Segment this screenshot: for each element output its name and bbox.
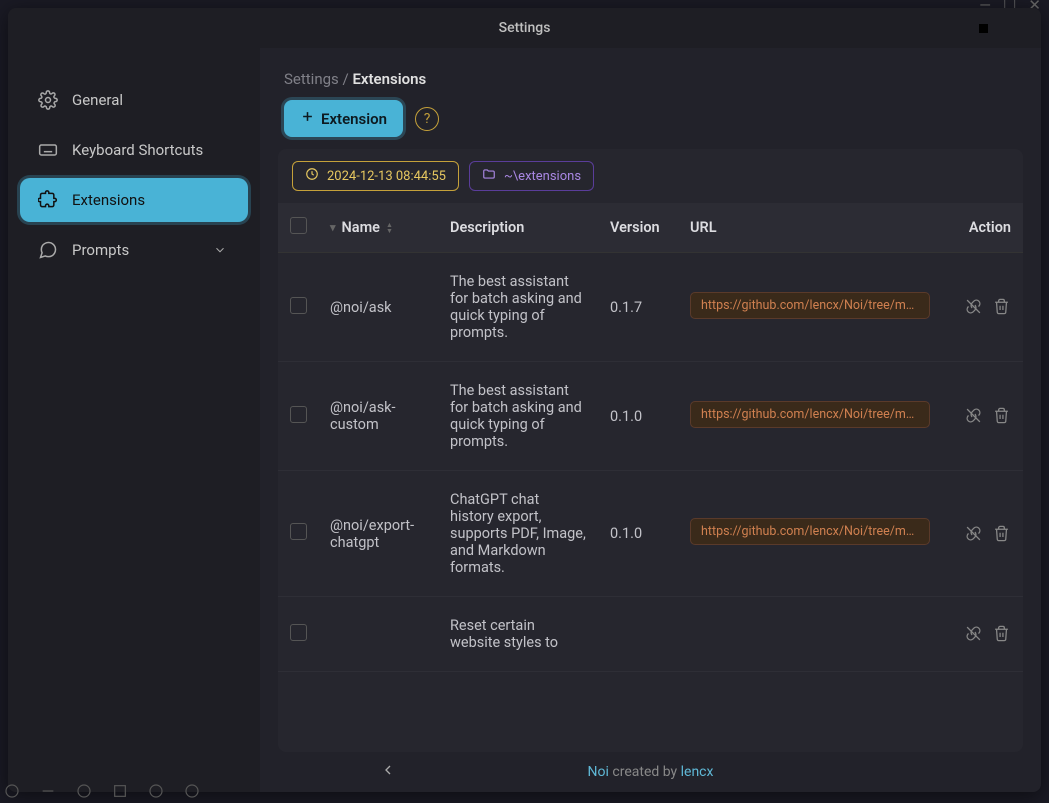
chevron-down-icon[interactable]: ▾ [330, 221, 336, 234]
table-row: @noi/ask-custom The best assistant for b… [278, 362, 1023, 471]
cell-description: The best assistant for batch asking and … [438, 362, 598, 471]
col-version-header[interactable]: Version [598, 203, 678, 253]
row-checkbox[interactable] [290, 523, 307, 540]
cell-description: The best assistant for batch asking and … [438, 253, 598, 362]
trash-icon[interactable] [993, 298, 1011, 316]
help-button[interactable]: ? [415, 107, 439, 131]
sidebar-item-general[interactable]: General [20, 78, 248, 122]
table-row: Reset certain website styles to [278, 597, 1023, 672]
unlink-icon[interactable] [965, 625, 983, 643]
add-extension-label: Extension [321, 110, 387, 128]
timestamp-chip[interactable]: 2024-12-13 08:44:55 [292, 161, 459, 191]
minimize-button[interactable] [933, 14, 961, 42]
bg-status-icon[interactable] [184, 783, 200, 803]
unlink-icon[interactable] [965, 298, 983, 316]
col-name-header[interactable]: Name [342, 219, 380, 236]
folder-icon [482, 167, 496, 185]
sidebar: General Keyboard Shortcuts Extensions Pr… [8, 48, 260, 792]
path-chip[interactable]: ~\extensions [469, 161, 594, 191]
bg-status-icon[interactable] [76, 783, 92, 803]
trash-icon[interactable] [993, 625, 1011, 643]
extensions-table: ▾ Name ▲▼ Description Version URL Action [278, 203, 1023, 672]
url-link[interactable]: https://github.com/lencx/Noi/tree/main..… [690, 292, 930, 319]
extensions-panel: 2024-12-13 08:44:55 ~\extensions [278, 149, 1023, 752]
col-action-header: Action [945, 203, 1023, 253]
maximize-button[interactable] [969, 14, 997, 42]
footer-author[interactable]: lencx [681, 764, 714, 780]
unlink-icon[interactable] [965, 407, 983, 425]
clock-icon [305, 167, 319, 185]
sidebar-item-label: General [72, 91, 123, 109]
cell-version [598, 597, 678, 672]
cell-description: Reset certain website styles to [438, 597, 598, 672]
footer-brand[interactable]: Noi [588, 764, 609, 780]
sidebar-item-label: Extensions [72, 191, 145, 209]
add-extension-button[interactable]: Extension [284, 100, 403, 137]
cell-version: 0.1.7 [598, 253, 678, 362]
main-content: Settings / Extensions Extension ? [260, 48, 1041, 792]
help-icon: ? [424, 111, 431, 127]
table-row: @noi/ask The best assistant for batch as… [278, 253, 1023, 362]
chat-icon [38, 240, 58, 260]
sidebar-item-prompts[interactable]: Prompts [20, 228, 248, 272]
table-row: @noi/export-chatgpt ChatGPT chat history… [278, 471, 1023, 597]
footer: Noi created by lencx [260, 752, 1041, 792]
breadcrumb-root[interactable]: Settings [284, 70, 339, 88]
col-url-header[interactable]: URL [678, 203, 945, 253]
timestamp-value: 2024-12-13 08:44:55 [327, 169, 446, 184]
unlink-icon[interactable] [965, 525, 983, 543]
breadcrumb: Settings / Extensions [284, 70, 1017, 88]
breadcrumb-current: Extensions [352, 70, 426, 88]
cell-description: ChatGPT chat history export, supports PD… [438, 471, 598, 597]
row-checkbox[interactable] [290, 406, 307, 423]
settings-window: Settings General [8, 8, 1041, 792]
bg-status-icon[interactable] [4, 783, 20, 803]
trash-icon[interactable] [993, 407, 1011, 425]
bg-status-icon[interactable] [40, 783, 56, 803]
cell-name: @noi/ask-custom [318, 362, 438, 471]
sort-icon[interactable]: ▲▼ [386, 222, 393, 234]
sidebar-item-extensions[interactable]: Extensions [20, 178, 248, 222]
close-button[interactable] [1005, 14, 1033, 42]
cell-version: 0.1.0 [598, 471, 678, 597]
sidebar-item-keyboard[interactable]: Keyboard Shortcuts [20, 128, 248, 172]
sidebar-item-label: Keyboard Shortcuts [72, 141, 203, 159]
path-value: ~\extensions [504, 169, 581, 184]
cell-name [318, 597, 438, 672]
cell-name: @noi/export-chatgpt [318, 471, 438, 597]
url-link[interactable]: https://github.com/lencx/Noi/tree/main..… [690, 401, 930, 428]
back-button[interactable] [380, 762, 396, 783]
bg-status-icon[interactable] [148, 783, 164, 803]
window-title: Settings [499, 20, 551, 36]
row-checkbox[interactable] [290, 297, 307, 314]
bg-status-icon[interactable] [112, 783, 128, 803]
puzzle-icon [38, 190, 58, 210]
cell-name: @noi/ask [318, 253, 438, 362]
col-description-header[interactable]: Description [438, 203, 598, 253]
chevron-down-icon [210, 240, 230, 260]
row-checkbox[interactable] [290, 624, 307, 641]
select-all-checkbox[interactable] [290, 217, 307, 234]
url-link[interactable]: https://github.com/lencx/Noi/tree/main..… [690, 518, 930, 545]
titlebar: Settings [8, 8, 1041, 48]
sidebar-item-label: Prompts [72, 241, 129, 259]
gear-icon [38, 90, 58, 110]
trash-icon[interactable] [993, 525, 1011, 543]
plus-icon [300, 109, 315, 128]
cell-version: 0.1.0 [598, 362, 678, 471]
keyboard-icon [38, 140, 58, 160]
